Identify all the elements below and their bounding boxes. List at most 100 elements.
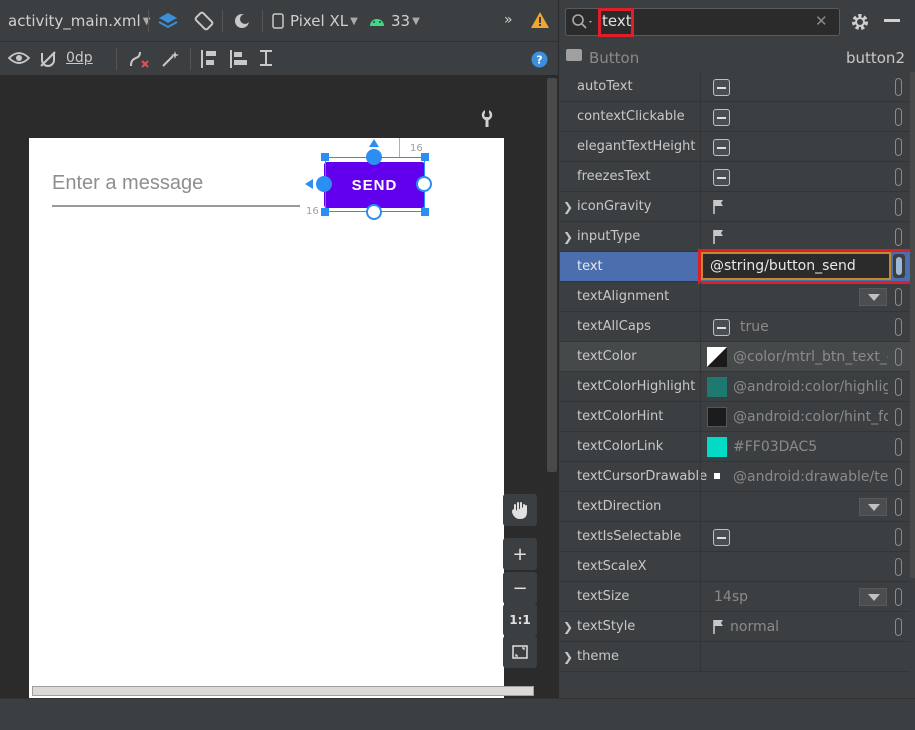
resource-picker-icon[interactable] bbox=[895, 588, 902, 606]
flag-icon[interactable] bbox=[712, 199, 726, 215]
expand-chevron-icon[interactable]: ❯ bbox=[563, 642, 573, 672]
color-swatch-icon[interactable] bbox=[707, 407, 727, 427]
anchor-top[interactable] bbox=[366, 149, 382, 165]
checkbox-indeterminate-icon[interactable] bbox=[713, 169, 730, 186]
resource-picker-icon[interactable] bbox=[895, 528, 902, 546]
color-swatch-icon[interactable] bbox=[707, 437, 727, 457]
anchor-start[interactable] bbox=[316, 176, 332, 192]
resource-picker-icon[interactable] bbox=[895, 318, 902, 336]
flag-icon[interactable] bbox=[712, 619, 726, 635]
overflow-chevron-icon[interactable]: » bbox=[504, 12, 513, 28]
attr-row-theme[interactable]: ❯ theme bbox=[560, 642, 910, 672]
help-icon[interactable]: ? bbox=[531, 51, 548, 68]
api-level-selector[interactable]: 33 ▼ bbox=[368, 12, 420, 30]
magnet-off-icon[interactable] bbox=[38, 49, 58, 69]
device-preview-screen[interactable] bbox=[29, 138, 504, 698]
attr-row-textsize[interactable]: textSize 14sp bbox=[560, 582, 910, 612]
checkbox-indeterminate-icon[interactable] bbox=[713, 319, 730, 336]
color-swatch-icon[interactable] bbox=[707, 377, 727, 397]
orientation-icon[interactable] bbox=[192, 10, 216, 32]
api-level: 33 bbox=[391, 12, 411, 30]
attr-row-autotext[interactable]: autoText bbox=[560, 72, 910, 102]
magic-wand-icon[interactable] bbox=[160, 49, 180, 69]
resource-picker-icon[interactable] bbox=[895, 378, 902, 396]
resize-handle-bottom-left[interactable] bbox=[321, 208, 329, 216]
resource-picker-icon[interactable] bbox=[895, 498, 902, 516]
layers-icon[interactable] bbox=[156, 10, 180, 32]
gear-icon[interactable] bbox=[850, 12, 870, 32]
attr-row-textallcaps[interactable]: textAllCaps true bbox=[560, 312, 910, 342]
minimize-icon[interactable] bbox=[884, 19, 900, 22]
pan-hand-icon[interactable] bbox=[503, 494, 537, 526]
pack-icon[interactable] bbox=[198, 48, 220, 70]
attr-row-textcolorlink[interactable]: textColorLink #FF03DAC5 bbox=[560, 432, 910, 462]
checkbox-indeterminate-icon[interactable] bbox=[713, 79, 730, 96]
canvas-vertical-scrollbar[interactable] bbox=[547, 78, 557, 472]
attr-row-textscalex[interactable]: textScaleX bbox=[560, 552, 910, 582]
resource-picker-icon[interactable] bbox=[895, 138, 902, 156]
attr-row-contextclickable[interactable]: contextClickable bbox=[560, 102, 910, 132]
resource-picker-icon[interactable] bbox=[895, 558, 902, 576]
attr-row-eleganttextheight[interactable]: elegantTextHeight bbox=[560, 132, 910, 162]
expand-chevron-icon[interactable]: ❯ bbox=[563, 612, 573, 642]
flag-icon[interactable] bbox=[712, 229, 726, 245]
attr-value: normal bbox=[730, 619, 780, 635]
zoom-in-icon[interactable]: + bbox=[503, 538, 537, 570]
resource-picker-icon[interactable] bbox=[895, 108, 902, 126]
resource-picker-icon[interactable] bbox=[895, 468, 902, 486]
color-swatch-icon[interactable] bbox=[707, 347, 727, 367]
eye-icon[interactable] bbox=[8, 50, 30, 66]
default-margin-selector[interactable]: 0dp bbox=[66, 50, 93, 66]
attr-row-freezestext[interactable]: freezesText bbox=[560, 162, 910, 192]
expand-chevron-icon[interactable]: ❯ bbox=[563, 192, 573, 222]
guidelines-icon[interactable] bbox=[256, 48, 278, 70]
warning-icon[interactable] bbox=[530, 11, 550, 29]
attr-row-textcolorhint[interactable]: textColorHint @android:color/hint_fo bbox=[560, 402, 910, 432]
resize-handle-top-left[interactable] bbox=[321, 153, 329, 161]
expand-chevron-icon[interactable]: ❯ bbox=[563, 222, 573, 252]
attr-name: textScaleX bbox=[577, 559, 647, 574]
resource-picker-icon[interactable] bbox=[895, 618, 902, 636]
canvas-horizontal-scrollbar[interactable] bbox=[32, 686, 534, 696]
anchor-end[interactable] bbox=[416, 176, 432, 192]
night-mode-icon[interactable] bbox=[230, 10, 254, 32]
resource-picker-icon[interactable] bbox=[895, 78, 902, 96]
zoom-actual-size-button[interactable]: 1:1 bbox=[503, 604, 537, 636]
drawable-preview-icon[interactable] bbox=[714, 473, 720, 479]
resource-picker-icon[interactable] bbox=[895, 288, 902, 306]
zoom-out-icon[interactable]: − bbox=[503, 572, 537, 604]
attr-row-textdirection[interactable]: textDirection bbox=[560, 492, 910, 522]
zoom-to-fit-icon[interactable] bbox=[503, 636, 537, 668]
device-selector[interactable]: Pixel XL ▼ bbox=[272, 12, 358, 30]
edit-text-hint[interactable]: Enter a message bbox=[52, 172, 203, 195]
dropdown-icon[interactable] bbox=[859, 588, 887, 606]
attr-row-textalignment[interactable]: textAlignment bbox=[560, 282, 910, 312]
resize-handle-top-right[interactable] bbox=[421, 153, 429, 161]
resource-picker-icon[interactable] bbox=[895, 198, 902, 216]
checkbox-indeterminate-icon[interactable] bbox=[713, 109, 730, 126]
resource-picker-icon[interactable] bbox=[895, 348, 902, 366]
dropdown-icon[interactable] bbox=[859, 288, 887, 306]
file-selector[interactable]: activity_main.xml ▼ bbox=[8, 12, 150, 30]
checkbox-indeterminate-icon[interactable] bbox=[713, 529, 730, 546]
attr-row-textstyle[interactable]: ❯ textStyle normal bbox=[560, 612, 910, 642]
resource-picker-icon[interactable] bbox=[895, 168, 902, 186]
checkbox-indeterminate-icon[interactable] bbox=[713, 139, 730, 156]
wrench-icon[interactable] bbox=[480, 110, 494, 128]
resource-picker-icon[interactable] bbox=[895, 408, 902, 426]
attr-row-textcolor[interactable]: textColor @color/mtrl_btn_text_c bbox=[560, 342, 910, 372]
attr-row-textcursordrawable[interactable]: textCursorDrawable @android:drawable/tex bbox=[560, 462, 910, 492]
attr-row-textcolorhighlight[interactable]: textColorHighlight @android:color/highli… bbox=[560, 372, 910, 402]
anchor-bottom[interactable] bbox=[366, 204, 382, 220]
attributes-scrollbar[interactable] bbox=[910, 72, 915, 578]
resize-handle-bottom-right[interactable] bbox=[421, 208, 429, 216]
attr-row-icongravity[interactable]: ❯ iconGravity bbox=[560, 192, 910, 222]
clear-search-icon[interactable]: ✕ bbox=[815, 12, 828, 30]
resource-picker-icon[interactable] bbox=[895, 438, 902, 456]
dropdown-icon[interactable] bbox=[859, 498, 887, 516]
resource-picker-icon[interactable] bbox=[895, 228, 902, 246]
clear-constraints-icon[interactable] bbox=[128, 49, 150, 69]
align-icon[interactable] bbox=[228, 48, 250, 70]
attr-row-textisselectable[interactable]: textIsSelectable bbox=[560, 522, 910, 552]
attr-row-inputtype[interactable]: ❯ inputType bbox=[560, 222, 910, 252]
